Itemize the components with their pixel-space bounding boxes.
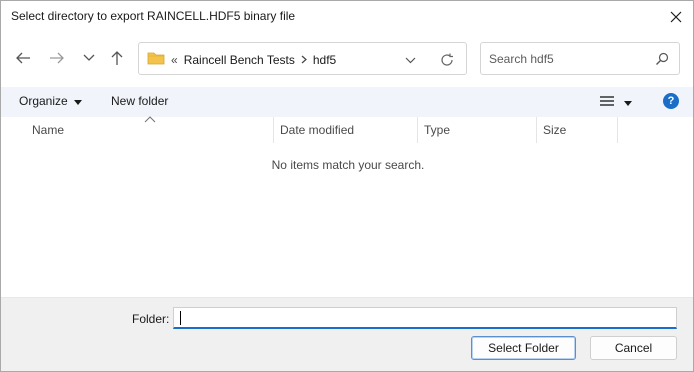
cancel-button[interactable]: Cancel	[590, 336, 677, 360]
search-input[interactable]	[489, 51, 649, 67]
refresh-icon[interactable]	[438, 51, 456, 69]
arrow-left-icon[interactable]	[12, 47, 34, 69]
dialog-title: Select directory to export RAINCELL.HDF5…	[11, 9, 296, 23]
view-list-icon[interactable]	[600, 95, 614, 109]
arrow-right-icon[interactable]	[46, 47, 68, 69]
folder-input[interactable]	[173, 307, 677, 329]
caret-down-icon	[73, 94, 82, 108]
breadcrumb-item[interactable]: Raincell Bench Tests	[184, 53, 295, 67]
search-icon[interactable]	[655, 52, 669, 66]
close-icon[interactable]	[663, 5, 689, 29]
folder-icon	[147, 51, 165, 68]
organize-label: Organize	[19, 94, 68, 108]
organize-button[interactable]: Organize	[19, 94, 82, 108]
breadcrumb-item[interactable]: hdf5	[313, 53, 336, 67]
column-header-name[interactable]: Name	[32, 123, 64, 137]
address-bar[interactable]: « Raincell Bench Tests hdf5	[138, 42, 467, 75]
column-divider[interactable]	[417, 117, 418, 143]
chevron-down-icon[interactable]	[402, 52, 418, 68]
column-header-type[interactable]: Type	[424, 123, 450, 137]
column-header-date-modified[interactable]: Date modified	[280, 123, 354, 137]
breadcrumb-overflow[interactable]: «	[171, 53, 178, 67]
column-headers: Name Date modified Type Size	[1, 116, 693, 143]
folder-label: Folder:	[132, 312, 170, 326]
arrow-up-icon[interactable]	[106, 47, 128, 69]
caret-down-icon[interactable]	[624, 95, 632, 109]
chevron-right-icon[interactable]	[301, 53, 307, 67]
column-divider[interactable]	[617, 117, 618, 143]
column-divider[interactable]	[536, 117, 537, 143]
dialog-footer: Folder: Select Folder Cancel	[1, 297, 693, 371]
text-cursor	[180, 311, 181, 325]
empty-list-message: No items match your search.	[271, 158, 425, 172]
view-options[interactable]	[600, 95, 632, 109]
help-icon[interactable]: ?	[663, 93, 679, 109]
sort-ascending-icon	[144, 116, 156, 123]
title-bar: Select directory to export RAINCELL.HDF5…	[1, 1, 693, 33]
new-folder-button[interactable]: New folder	[111, 94, 168, 108]
select-folder-button[interactable]: Select Folder	[471, 336, 576, 360]
search-box	[480, 42, 680, 75]
column-header-size[interactable]: Size	[543, 123, 566, 137]
command-bar: Organize New folder ?	[1, 87, 693, 117]
select-folder-dialog: Select directory to export RAINCELL.HDF5…	[0, 0, 694, 372]
breadcrumb: « Raincell Bench Tests hdf5	[147, 51, 336, 68]
column-divider[interactable]	[273, 117, 274, 143]
chevron-down-icon[interactable]	[78, 47, 100, 69]
